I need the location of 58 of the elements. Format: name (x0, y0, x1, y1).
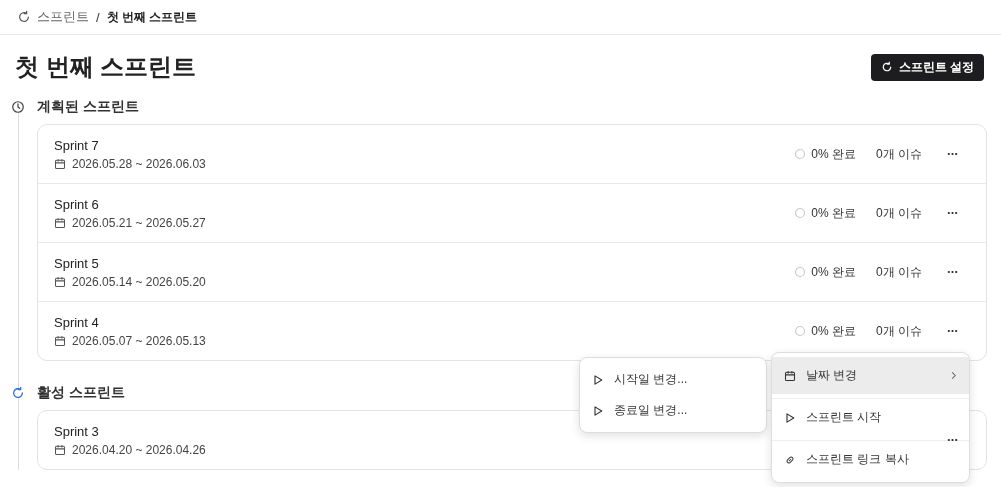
sprint-dates: 2026.05.28 ~ 2026.06.03 (72, 156, 206, 171)
sprint-name[interactable]: Sprint 5 (54, 255, 206, 271)
calendar-icon (54, 334, 66, 347)
section-title: 활성 스프린트 (37, 384, 125, 402)
menu-item[interactable]: 날짜 변경 (772, 357, 969, 394)
issue-count: 0개 이슈 (876, 263, 922, 281)
menu-item[interactable]: 스프린트 시작 (772, 398, 969, 436)
calendar-icon (54, 157, 66, 170)
play-icon (592, 404, 604, 417)
sprint-name[interactable]: Sprint 3 (54, 423, 206, 439)
progress-text: 0% 완료 (811, 145, 856, 163)
breadcrumb-separator: / (96, 9, 100, 25)
menu-item-label: 스프린트 링크 복사 (806, 451, 910, 468)
progress-text: 0% 완료 (811, 322, 856, 340)
progress-ring-icon (794, 148, 807, 160)
menu-item-label: 종료일 변경... (614, 402, 688, 419)
progress-text: 0% 완료 (811, 204, 856, 222)
calendar-icon (54, 443, 66, 456)
sprint-name[interactable]: Sprint 6 (54, 196, 206, 212)
issue-count: 0개 이슈 (876, 145, 922, 163)
sprint-cycle-icon (17, 10, 31, 24)
play-icon (592, 373, 604, 386)
more-icon[interactable] (947, 152, 958, 156)
sprint-dates: 2026.05.07 ~ 2026.05.13 (72, 333, 206, 348)
menu-item[interactable]: 스프린트 링크 복사 (772, 440, 969, 478)
progress-ring-icon (794, 266, 807, 278)
breadcrumb-link[interactable]: 스프린트 (37, 8, 89, 26)
menu-item[interactable]: 시작일 변경... (580, 364, 766, 395)
progress-ring-icon (794, 325, 807, 337)
more-icon[interactable] (947, 211, 958, 215)
sprint-dates: 2026.04.20 ~ 2026.04.26 (72, 442, 206, 457)
sprint-cycle-icon (11, 386, 25, 400)
issue-count: 0개 이슈 (876, 322, 922, 340)
page-title: 첫 번째 스프린트 (15, 52, 197, 82)
calendar-icon (784, 369, 796, 382)
clock-icon (11, 100, 25, 114)
play-icon (784, 411, 796, 424)
sprint-name[interactable]: Sprint 7 (54, 137, 206, 153)
issue-count: 0개 이슈 (876, 204, 922, 222)
menu-item-label: 날짜 변경 (806, 367, 859, 384)
sprint-cycle-icon (880, 61, 893, 73)
menu-item[interactable]: 종료일 변경... (580, 395, 766, 426)
section-title: 계획된 스프린트 (37, 98, 139, 116)
sprint-name[interactable]: Sprint 4 (54, 314, 206, 330)
chevron-right-icon (950, 371, 957, 380)
menu-item-label: 시작일 변경... (614, 371, 688, 388)
sprint-dates: 2026.05.14 ~ 2026.05.20 (72, 274, 206, 289)
menu-item-label: 스프린트 시작 (806, 409, 883, 426)
calendar-icon (54, 275, 66, 288)
more-icon[interactable] (947, 270, 958, 274)
more-icon[interactable] (947, 329, 958, 333)
breadcrumb-link[interactable]: 첫 번째 스프린트 (106, 8, 198, 26)
sprint-dates: 2026.05.21 ~ 2026.05.27 (72, 215, 206, 230)
sprint-settings-button[interactable]: 스프린트 설정 (870, 53, 984, 81)
link-icon (784, 453, 796, 466)
progress-text: 0% 완료 (811, 263, 856, 281)
progress-ring-icon (794, 207, 807, 219)
calendar-icon (54, 216, 66, 229)
